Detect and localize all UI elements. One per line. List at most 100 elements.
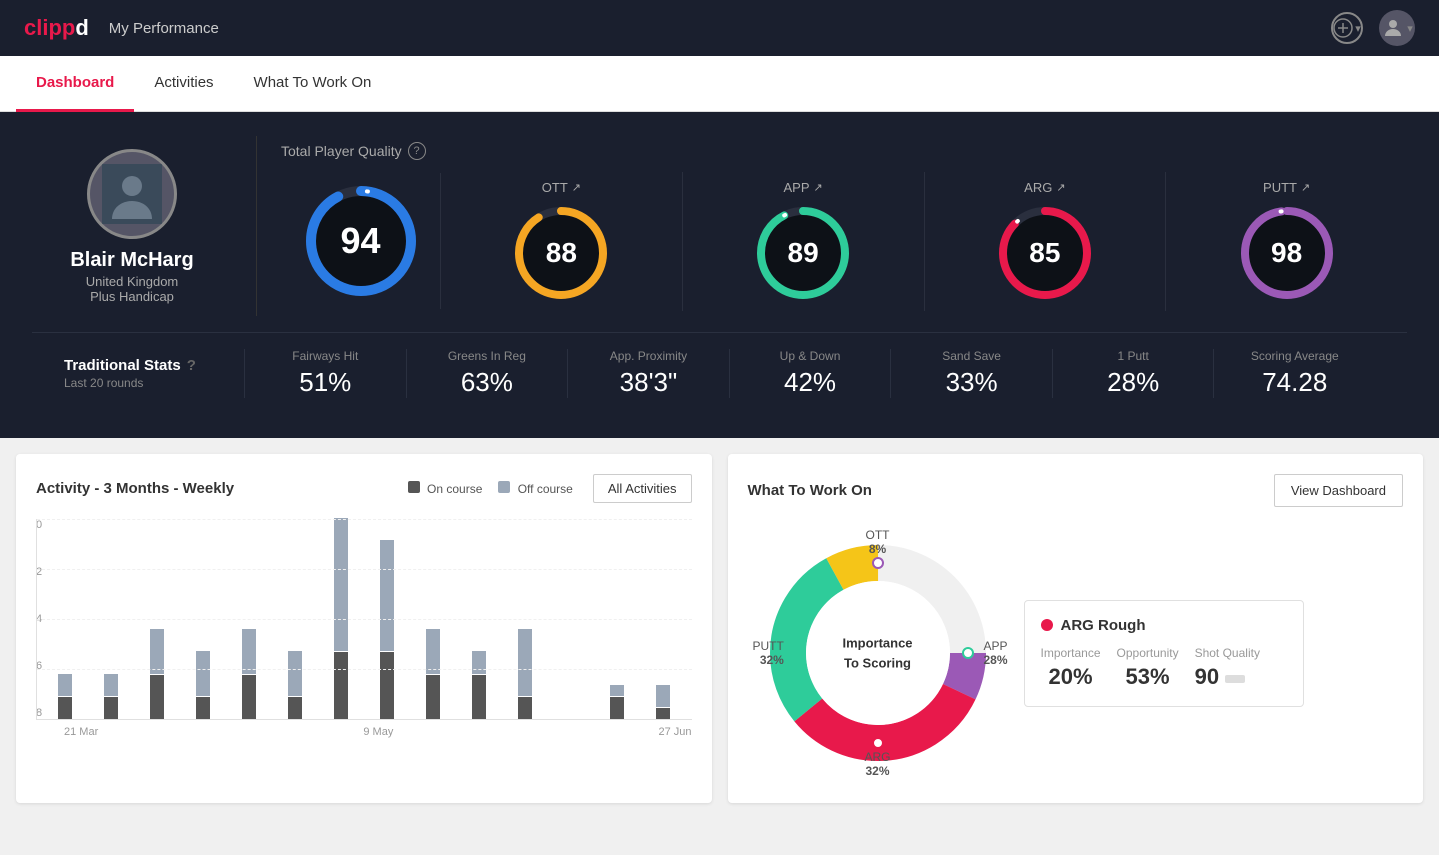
stat-fairways-hit: Fairways Hit 51% (244, 349, 406, 398)
legend-on-course: On course (408, 481, 483, 496)
bar-group (643, 685, 684, 719)
on-course-bar (242, 675, 256, 719)
hero-section: Blair McHarg United Kingdom Plus Handica… (0, 112, 1439, 438)
arg-trend-icon: ↗ (1056, 181, 1065, 194)
stat-sand-save: Sand Save 33% (890, 349, 1052, 398)
stat-greens-in-reg-label: Greens In Reg (419, 349, 556, 363)
ott-gauge: OTT ↗ 88 (441, 172, 683, 311)
on-course-bar (150, 675, 164, 719)
tab-dashboard[interactable]: Dashboard (16, 56, 134, 112)
view-dashboard-button[interactable]: View Dashboard (1274, 474, 1403, 507)
add-button[interactable]: ▾ (1331, 12, 1363, 44)
player-name: Blair McHarg (70, 249, 193, 272)
logo: clippd (24, 15, 89, 41)
on-course-bar (288, 697, 302, 719)
tab-what-to-work-on[interactable]: What To Work On (234, 56, 392, 112)
app-trend-icon: ↗ (814, 181, 823, 194)
putt-gauge-ring: 98 (1237, 203, 1337, 303)
putt-gauge-value: 98 (1271, 237, 1302, 269)
stat-sand-save-label: Sand Save (903, 349, 1040, 363)
player-country: United Kingdom (86, 274, 179, 289)
trad-label: Traditional Stats ? (64, 357, 244, 374)
on-course-dot (408, 481, 420, 493)
app-gauge-value: 89 (788, 237, 819, 269)
activity-chart-panel: Activity - 3 Months - Weekly On course O… (16, 454, 712, 803)
on-course-bar (518, 697, 532, 719)
arg-label: ARG ↗ (1024, 180, 1065, 195)
stat-up-and-down: Up & Down 42% (729, 349, 891, 398)
off-course-bar (288, 651, 302, 695)
bar-group (321, 518, 362, 719)
trad-sublabel: Last 20 rounds (64, 376, 244, 390)
on-course-bar (380, 652, 394, 719)
x-label-1: 21 Mar (64, 726, 98, 738)
arg-segment-label: ARG32% (864, 750, 890, 778)
on-course-bar (58, 697, 72, 719)
off-course-dot (498, 481, 510, 493)
bar-group (505, 629, 546, 719)
quality-help-icon[interactable]: ? (408, 142, 426, 160)
detail-metrics: Importance 20% Opportunity 53% Shot Qual… (1041, 646, 1287, 690)
all-activities-button[interactable]: All Activities (593, 474, 692, 503)
off-course-bar (150, 629, 164, 673)
on-course-bar (196, 697, 210, 719)
tab-activities[interactable]: Activities (134, 56, 233, 112)
stat-greens-in-reg-value: 63% (419, 367, 556, 398)
detail-card-title: ARG Rough (1041, 617, 1287, 634)
detail-metric-shot-quality: Shot Quality 90 (1195, 646, 1260, 690)
off-course-bar (58, 674, 72, 696)
putt-trend-icon: ↗ (1301, 181, 1310, 194)
traditional-stats: Traditional Stats ? Last 20 rounds Fairw… (32, 332, 1407, 414)
main-gauge-ring: 94 (301, 181, 421, 301)
ott-gauge-value: 88 (546, 237, 577, 269)
quality-gauges: 94 OTT ↗ 88 (281, 172, 1407, 311)
ott-label: OTT ↗ (542, 180, 581, 195)
on-course-bar (334, 652, 348, 719)
stat-fairways-hit-label: Fairways Hit (257, 349, 394, 363)
quality-label: Total Player Quality ? (281, 142, 1407, 160)
tab-bar: Dashboard Activities What To Work On (0, 56, 1439, 112)
shot-quality-label: Shot Quality (1195, 646, 1260, 660)
stat-1-putt: 1 Putt 28% (1052, 349, 1214, 398)
what-to-work-on-panel: What To Work On View Dashboard (728, 454, 1424, 803)
header-title: My Performance (109, 20, 219, 37)
app-label: APP ↗ (784, 180, 823, 195)
off-course-bar (426, 629, 440, 673)
on-course-bar (656, 708, 670, 719)
stat-up-and-down-label: Up & Down (742, 349, 879, 363)
wtwon-content: ImportanceTo Scoring OTT8% PUTT32% APP28… (748, 523, 1404, 783)
stat-1-putt-label: 1 Putt (1065, 349, 1202, 363)
on-course-bar (610, 697, 624, 719)
bar-group (137, 629, 178, 719)
stat-sand-save-value: 33% (903, 367, 1040, 398)
ott-gauge-ring: 88 (511, 203, 611, 303)
stat-fairways-hit-value: 51% (257, 367, 394, 398)
logo-text: clippd (24, 15, 89, 41)
importance-label: Importance (1041, 646, 1101, 660)
player-handicap: Plus Handicap (90, 289, 174, 304)
ott-segment-label: OTT8% (866, 528, 890, 556)
legend-off-course: Off course (498, 481, 572, 496)
off-course-bar (380, 540, 394, 651)
bar-group (597, 685, 638, 719)
putt-segment-label: PUTT32% (753, 639, 784, 667)
off-course-bar (518, 629, 532, 696)
wtwon-title: What To Work On (748, 482, 872, 499)
off-course-bar (656, 685, 670, 707)
activity-chart-header: Activity - 3 Months - Weekly On course O… (36, 474, 692, 503)
stat-greens-in-reg: Greens In Reg 63% (406, 349, 568, 398)
app-gauge-ring: 89 (753, 203, 853, 303)
trad-help-icon[interactable]: ? (187, 357, 196, 374)
off-course-bar (472, 651, 486, 673)
user-avatar[interactable]: ▾ (1379, 10, 1415, 46)
hero-top: Blair McHarg United Kingdom Plus Handica… (32, 136, 1407, 316)
wtwon-header: What To Work On View Dashboard (748, 474, 1404, 507)
off-course-bar (196, 651, 210, 695)
arg-gauge-value: 85 (1029, 237, 1060, 269)
main-gauge: 94 (281, 173, 441, 309)
detail-metric-importance: Importance 20% (1041, 646, 1101, 690)
ott-trend-icon: ↗ (572, 181, 581, 194)
trad-label-section: Traditional Stats ? Last 20 rounds (64, 357, 244, 390)
player-info: Blair McHarg United Kingdom Plus Handica… (32, 149, 232, 304)
detail-dot (1041, 619, 1053, 631)
